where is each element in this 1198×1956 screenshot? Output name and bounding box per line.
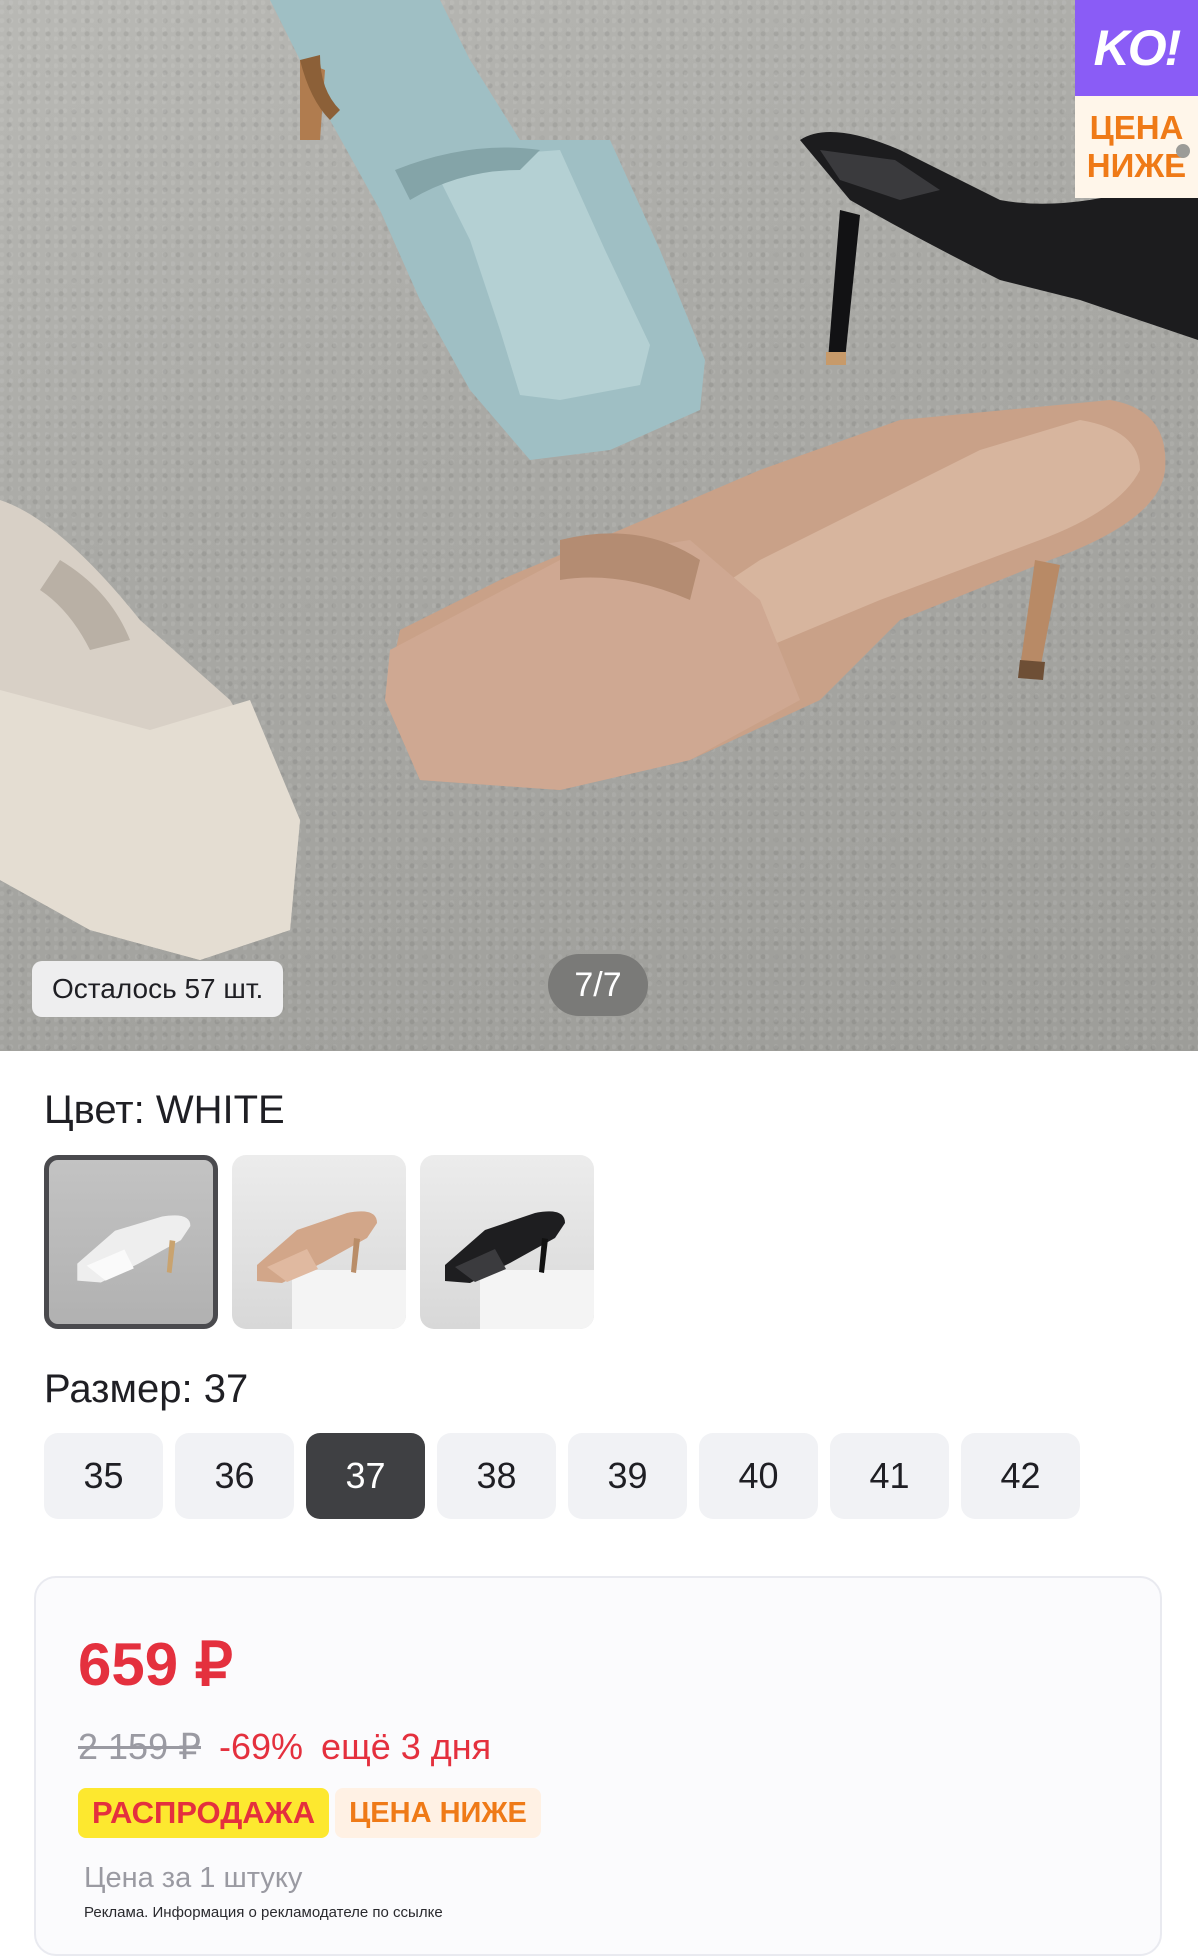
image-counter: 7/7 [548, 954, 648, 1016]
stock-left-badge: Осталось 57 шт. [32, 961, 284, 1017]
sale-badge: РАСПРОДАЖА [78, 1788, 330, 1838]
beige-mule-illustration [385, 400, 1166, 790]
current-price: 659 ₽ [78, 1631, 233, 1698]
beige-mule-thumbnail [257, 1211, 406, 1329]
black-mule-thumbnail [445, 1211, 594, 1329]
product-image-carousel[interactable]: KO! ЦЕНА НИЖЕ Осталось 57 шт. 7/7 [0, 0, 1198, 1051]
size-option-37[interactable]: 37 [306, 1433, 425, 1519]
promo-line-2: НИЖЕ [1086, 147, 1187, 184]
ad-disclaimer-link[interactable]: Реклама. Информация о рекламодателе по с… [84, 1904, 443, 1921]
size-option-38[interactable]: 38 [437, 1433, 556, 1519]
price-card: 659 ₽ 2 159 ₽ -69% ещё 3 дня РАСПРОДАЖА … [34, 1576, 1162, 1956]
color-option-beige[interactable] [232, 1155, 406, 1329]
size-label: Размер: 37 [44, 1367, 249, 1411]
promo-line-1: ЦЕНА [1089, 109, 1184, 146]
size-option-41[interactable]: 41 [830, 1433, 949, 1519]
color-options [44, 1155, 594, 1329]
product-photo [0, 0, 1198, 960]
promo-price-lower: ЦЕНА НИЖЕ [1075, 96, 1198, 198]
size-option-39[interactable]: 39 [568, 1433, 687, 1519]
color-label: Цвет: WHITE [44, 1088, 285, 1132]
size-option-35[interactable]: 35 [44, 1433, 163, 1519]
price-badges: РАСПРОДАЖА ЦЕНА НИЖЕ [78, 1788, 541, 1838]
price-per-unit: Цена за 1 штуку [84, 1862, 303, 1894]
cream-mule-illustration [0, 500, 300, 960]
price-details: 2 159 ₽ -69% ещё 3 дня [78, 1726, 491, 1768]
size-option-40[interactable]: 40 [699, 1433, 818, 1519]
discount-percent: -69% [219, 1726, 304, 1767]
offer-time-left: ещё 3 дня [321, 1726, 492, 1767]
promo-sticker: KO! ЦЕНА НИЖЕ [1075, 0, 1198, 198]
promo-logo: KO! [1075, 0, 1198, 96]
blue-mule-illustration [270, 0, 705, 460]
old-price: 2 159 ₽ [78, 1726, 201, 1767]
color-option-white[interactable] [44, 1155, 218, 1329]
white-mule-thumbnail [77, 1215, 191, 1283]
size-option-36[interactable]: 36 [175, 1433, 294, 1519]
size-options: 35 36 37 38 39 40 41 42 [44, 1433, 1080, 1519]
color-option-black[interactable] [420, 1155, 594, 1329]
price-lower-badge: ЦЕНА НИЖЕ [335, 1788, 541, 1838]
size-option-42[interactable]: 42 [961, 1433, 1080, 1519]
